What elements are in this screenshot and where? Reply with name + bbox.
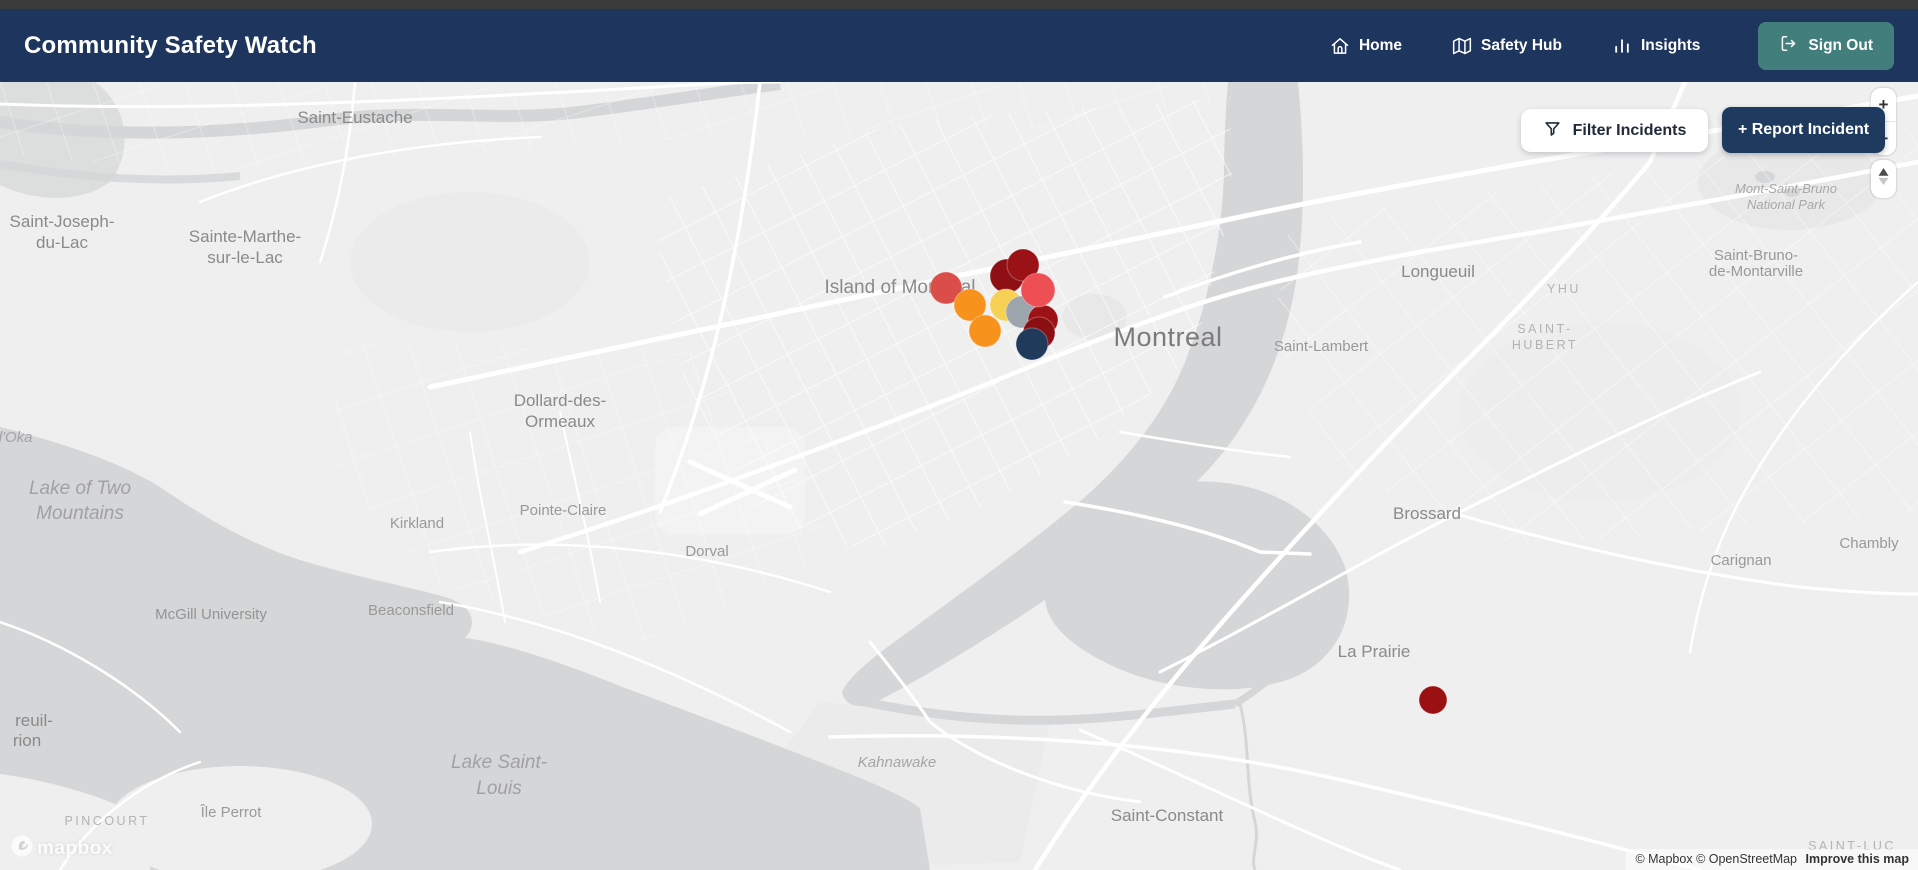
window-top-strip <box>0 0 1918 9</box>
map-icon <box>1452 36 1472 56</box>
map-label: sur-le-Lac <box>207 248 283 267</box>
map-label: La Prairie <box>1338 642 1411 661</box>
filter-incidents-label: Filter Incidents <box>1572 121 1687 139</box>
map-label: Montreal <box>1113 322 1222 352</box>
report-incident-button[interactable]: + Report Incident <box>1722 107 1885 153</box>
improve-map-link[interactable]: Improve this map <box>1806 852 1910 866</box>
map-label: Saint-Joseph- <box>10 212 115 231</box>
map-label: nal d'Oka <box>0 429 32 446</box>
map-label: Beaconsfield <box>368 602 454 619</box>
filter-incidents-button[interactable]: Filter Incidents <box>1521 109 1708 152</box>
map-label: Saint-Eustache <box>297 108 412 127</box>
map-label: YHU <box>1547 282 1581 296</box>
map-label: Longueuil <box>1401 262 1475 281</box>
map-label: rion <box>13 731 41 750</box>
nav-item-safety-hub[interactable]: Safety Hub <box>1452 36 1562 56</box>
nav-item-label: Insights <box>1641 36 1701 54</box>
mapbox-logo[interactable]: mapbox <box>10 834 113 863</box>
map-label: HUBERT <box>1512 338 1578 352</box>
incident-marker[interactable] <box>1020 272 1056 308</box>
map-label: PINCOURT <box>64 814 149 828</box>
map-label: Saint-Lambert <box>1274 338 1369 355</box>
map-label: National Park <box>1747 197 1827 212</box>
map-label: Saint-Constant <box>1111 806 1224 825</box>
map-label: du-Lac <box>36 233 88 252</box>
compass-button[interactable] <box>1871 160 1896 198</box>
mapbox-attribution-link[interactable]: © Mapbox <box>1635 852 1692 866</box>
map-label: Mountains <box>36 503 124 524</box>
bar-chart-icon <box>1612 36 1632 56</box>
map-canvas[interactable]: Saint-Eustache Saint-Joseph-du-Lac Sainte-… <box>0 82 1918 870</box>
map-attribution: © Mapbox © OpenStreetMap Improve this ma… <box>1626 849 1918 870</box>
map-label: Dorval <box>685 543 728 560</box>
map-label: de-Montarville <box>1709 263 1803 280</box>
nav-item-label: Safety Hub <box>1481 36 1562 54</box>
mapbox-logo-text: mapbox <box>37 837 113 859</box>
sign-out-label: Sign Out <box>1808 36 1873 54</box>
map-label: Kahnawake <box>858 754 936 771</box>
app-title: Community Safety Watch <box>24 31 317 59</box>
home-icon <box>1330 36 1350 56</box>
mapbox-logo-icon <box>10 834 34 863</box>
osm-attribution-link[interactable]: © OpenStreetMap <box>1696 852 1797 866</box>
incident-marker[interactable] <box>968 314 1002 348</box>
map-label: Pointe-Claire <box>520 502 607 519</box>
app-screen: Community Safety Watch Home Safety Hub I… <box>0 0 1918 870</box>
app-header: Community Safety Watch Home Safety Hub I… <box>0 9 1918 82</box>
map-label: Louis <box>476 778 522 799</box>
map-label: Saint-Bruno- <box>1714 247 1798 264</box>
map-label: Carignan <box>1711 552 1772 569</box>
map-label: Lake of Two <box>29 478 131 499</box>
map-label: Sainte-Marthe- <box>189 227 301 246</box>
sign-out-icon <box>1779 34 1798 58</box>
map-label: reuil- <box>15 711 53 730</box>
nav-item-label: Home <box>1358 36 1403 54</box>
map-label: SAINT- <box>1517 322 1572 336</box>
filter-icon <box>1543 119 1562 143</box>
nav-item-insights[interactable]: Insights <box>1612 36 1700 56</box>
incident-marker[interactable] <box>1015 327 1049 361</box>
compass-icon <box>1875 166 1892 192</box>
sign-out-button[interactable]: Sign Out <box>1758 21 1894 70</box>
map-label: Kirkland <box>390 515 444 532</box>
main-nav: Home Safety Hub Insights Sign Out <box>1330 21 1894 70</box>
nav-item-home[interactable]: Home <box>1330 36 1402 56</box>
report-incident-label: + Report Incident <box>1737 121 1870 138</box>
map-render: Saint-Eustache Saint-Joseph-du-Lac Sainte-… <box>0 82 1918 870</box>
map-label: Brossard <box>1393 504 1461 523</box>
map-label: McGill University <box>155 606 267 623</box>
incident-marker[interactable] <box>1418 685 1448 715</box>
map-label: Lake Saint- <box>451 752 547 773</box>
map-label: Mont-Saint-Bruno <box>1735 181 1837 196</box>
map-label: Dollard-des- <box>514 391 607 410</box>
map-label: Île Perrot <box>200 804 263 821</box>
map-label: Chambly <box>1839 535 1899 552</box>
map-label: Ormeaux <box>525 412 595 431</box>
